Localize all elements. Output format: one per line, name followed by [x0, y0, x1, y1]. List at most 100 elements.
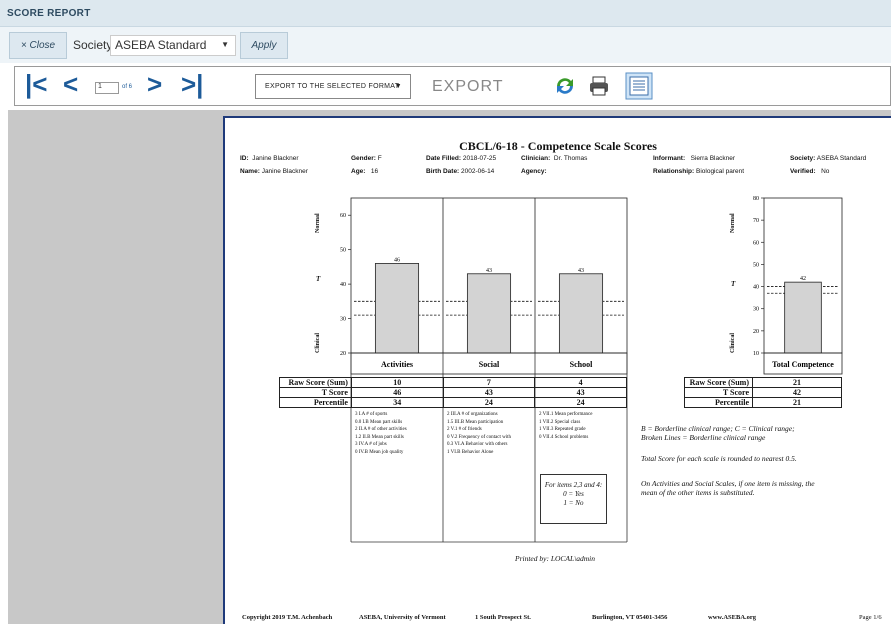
table-row: Raw Score (Sum) 21 — [684, 377, 842, 388]
bar — [784, 281, 822, 354]
note-line: On Activities and Social Scales, if one … — [641, 479, 815, 488]
table-cell: 24 — [442, 397, 536, 408]
row-label: Raw Score (Sum) — [279, 377, 352, 388]
table-cell: 46 — [350, 387, 444, 398]
items-note-line: 0 = Yes — [563, 490, 584, 498]
table-cell: 43 — [442, 387, 536, 398]
bar — [466, 273, 512, 354]
close-button[interactable]: × Close — [9, 32, 67, 59]
previous-page-icon[interactable]: < — [63, 71, 78, 97]
society-value: ASEBA Standard — [115, 38, 207, 52]
table-row: Raw Score (Sum) 10 7 4 — [279, 377, 627, 388]
social-items: 2 III.A # of organizations 1.5 III.B Mean… — [447, 411, 511, 457]
apply-button[interactable]: Apply — [240, 32, 288, 59]
table-cell: 21 — [752, 377, 842, 388]
table-cell: 10 — [350, 377, 444, 388]
y-tick-label: 40 — [340, 282, 346, 288]
total-competence-chart: 10 20 30 40 50 60 70 80 42 Total Competence — [753, 196, 843, 375]
row-label: T Score — [684, 387, 753, 398]
y-tick-label: 20 — [340, 351, 346, 357]
printed-by: Printed by: LOCAL\admin — [515, 554, 595, 563]
table-cell: 21 — [752, 397, 842, 408]
scores-table: Raw Score (Sum) 10 7 4 T Score 46 43 43 Percen… — [279, 377, 627, 408]
items-note-line: 1 = No — [563, 499, 584, 507]
items-note-box: For items 2,3 and 4: 0 = Yes 1 = No — [540, 474, 607, 524]
scale-chart: 20 30 40 50 60 46 Activities 43 Social 43 School — [340, 197, 628, 375]
first-page-icon[interactable]: |< — [25, 71, 47, 97]
item-line: 0.3 VI.A Behavior with others — [447, 442, 508, 448]
y-tick-label: 40 — [753, 285, 759, 291]
table-cell: 34 — [350, 397, 444, 408]
footer-page: Page 1/6 — [859, 614, 882, 621]
y-tick-label: 60 — [340, 213, 346, 219]
footer-city: Burlington, VT 05401-3456 — [592, 614, 668, 621]
last-page-icon[interactable]: >| — [181, 71, 203, 97]
item-line: 1 VII.3 Repeated grade — [539, 427, 586, 433]
export-format-label: Export to the selected format — [265, 83, 400, 90]
next-page-icon[interactable]: > — [147, 71, 162, 97]
print-icon[interactable] — [587, 74, 611, 98]
bar-value-label: 43 — [486, 268, 492, 274]
category-label: Social — [479, 360, 500, 369]
note-line: Broken Lines = Borderline clinical range — [641, 433, 766, 442]
bar-value-label: 42 — [800, 276, 806, 282]
axis-clinical-label-right: Clinical — [730, 332, 736, 353]
items-note-line: For items 2,3 and 4: — [544, 481, 603, 489]
category-label: School — [570, 360, 593, 369]
page-number-input[interactable]: 1 — [95, 82, 119, 94]
bar — [374, 263, 420, 354]
item-line: 2 II.A # of other activities — [355, 427, 407, 433]
footer-copyright: Copyright 2019 T.M. Achenbach — [242, 614, 333, 621]
y-tick-label: 10 — [753, 351, 759, 357]
export-button[interactable]: Export — [432, 78, 504, 96]
window-title: SCORE REPORT — [7, 8, 91, 19]
axis-normal-label-right: Normal — [730, 213, 736, 233]
item-line: 0 V.2 Frequency of contact with — [447, 434, 511, 440]
activities-items: 3 I.A # of sports 0.0 I.B Mean part skill… — [355, 411, 407, 457]
chevron-down-icon: ▼ — [394, 83, 402, 90]
footer-org: ASEBA, University of Vermont — [359, 614, 446, 621]
refresh-icon[interactable] — [553, 74, 577, 98]
total-scores-table: Raw Score (Sum) 21 T Score 42 Percentile 21 — [684, 377, 842, 408]
bar-value-label: 46 — [394, 257, 400, 263]
table-row: Percentile 34 24 24 — [279, 397, 627, 408]
item-line: 2 III.A # of organizations — [447, 412, 498, 417]
item-line: 1.5 III.B Mean participation — [447, 419, 504, 425]
report-toolbar: |< < 1 of 6 > >| Export to the selected … — [14, 66, 891, 106]
item-line: 1 VI.B Behavior Alone — [447, 449, 494, 455]
toggle-sidebar-icon[interactable] — [625, 72, 653, 100]
y-tick-label: 50 — [753, 262, 759, 268]
y-tick-label: 60 — [753, 240, 759, 246]
table-row: Percentile 21 — [684, 397, 842, 408]
note-line: B = Borderline clinical range; C = Clini… — [641, 424, 795, 433]
page-count-label: of 6 — [122, 84, 133, 90]
export-format-select[interactable]: Export to the selected format ▼ — [255, 74, 411, 99]
bar-value-label: 43 — [578, 268, 584, 274]
title-bar: SCORE REPORT — [0, 0, 891, 27]
category-label: Total Competence — [772, 360, 834, 369]
society-select[interactable]: ASEBA Standard ▼ — [110, 35, 236, 56]
y-tick-label: 50 — [340, 248, 346, 254]
item-line: 2 V.1 # of friends — [447, 427, 482, 433]
y-tick-label: 30 — [340, 317, 346, 323]
row-label: Percentile — [684, 397, 753, 408]
item-line: 0 VII.4 School problems — [539, 434, 589, 440]
item-line: 2 VII.1 Mean performance — [539, 412, 593, 417]
filter-bar: × Close Society ASEBA Standard ▼ Apply — [0, 27, 891, 63]
item-line: 0 IV.B Mean job quality — [355, 449, 404, 455]
report-page: CBCL/6-18 - Competence Scale Scores ID: … — [223, 116, 891, 624]
axis-normal-label-left: Normal — [315, 213, 321, 233]
footer-website[interactable]: www.ASEBA.org — [708, 614, 756, 621]
school-items: 2 VII.1 Mean performance 1 VII.2 Special … — [539, 411, 593, 441]
y-tick-label: 80 — [753, 196, 759, 202]
table-cell: 7 — [442, 377, 536, 388]
table-row: T Score 46 43 43 — [279, 387, 627, 398]
note-line: mean of the other items is substituted. — [641, 488, 755, 497]
axis-t-label-left: T — [316, 275, 321, 283]
category-label: Activities — [381, 360, 413, 369]
table-cell: 4 — [534, 377, 627, 388]
society-label: Society — [73, 38, 113, 52]
axis-clinical-label-left: Clinical — [315, 332, 321, 353]
y-tick-label: 30 — [753, 307, 759, 313]
item-line: 3 I.A # of sports — [355, 412, 388, 417]
